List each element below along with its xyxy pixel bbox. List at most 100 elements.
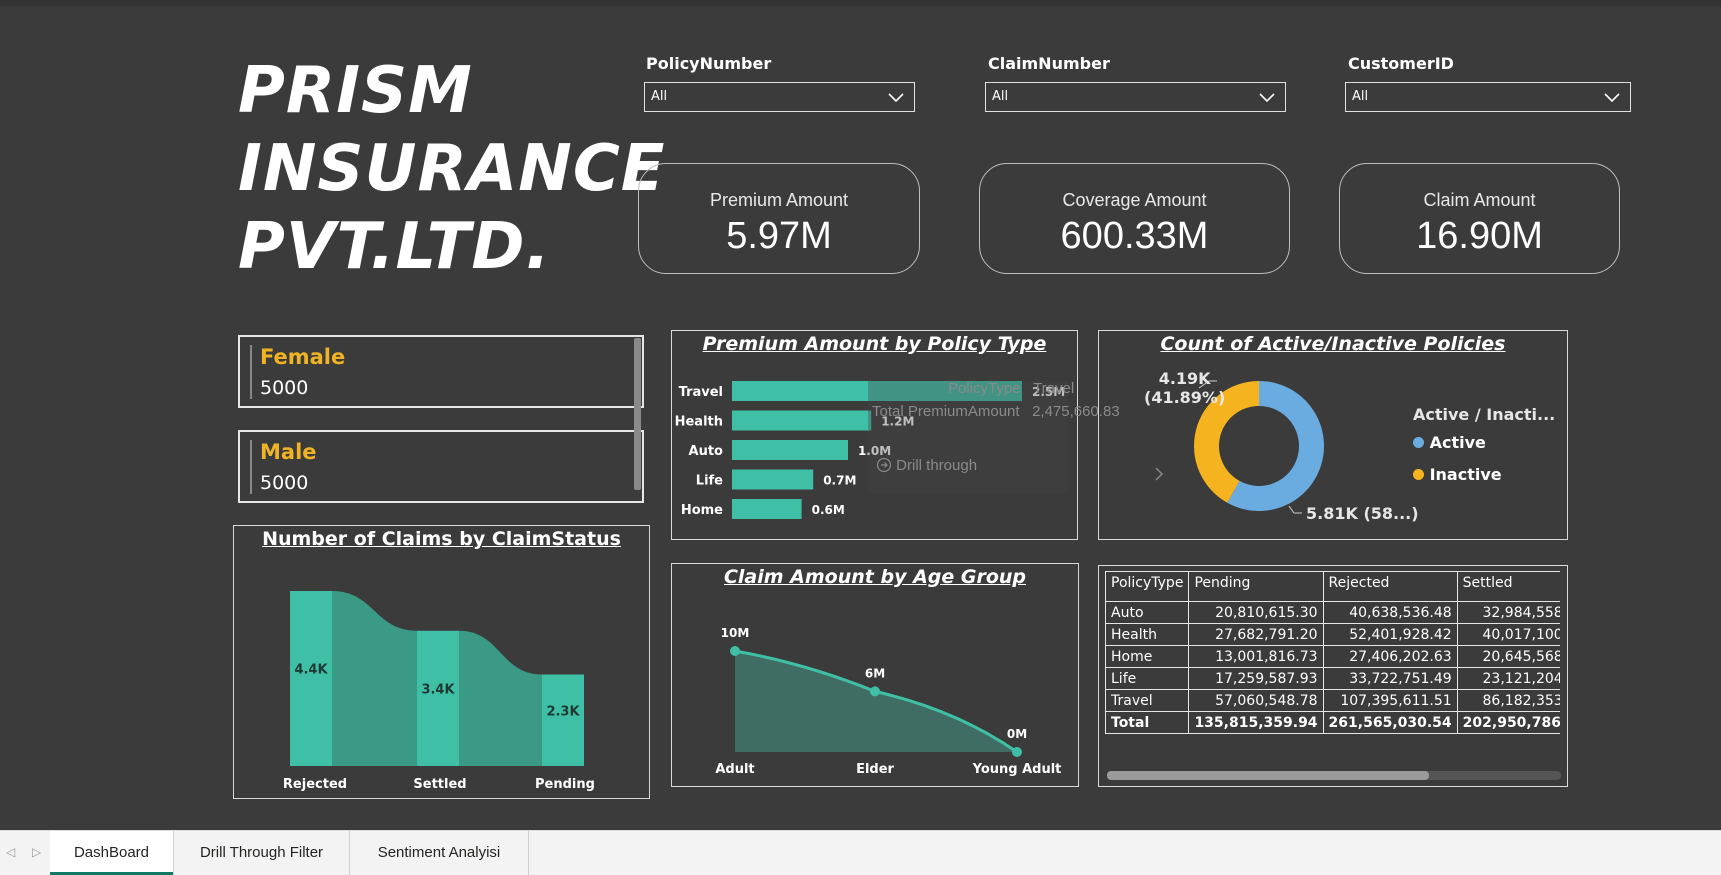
claimnumber-dropdown-value: All: [992, 89, 1009, 104]
matrix-cell: 52,401,928.42: [1322, 623, 1458, 646]
claimnumber-dropdown[interactable]: All: [985, 82, 1286, 112]
tab-drill-through-filter[interactable]: Drill Through Filter: [174, 831, 350, 875]
matrix-cell: 23,121,204.0: [1456, 667, 1560, 690]
data-label: 6M: [865, 666, 885, 680]
legend-label: Inactive: [1429, 465, 1502, 484]
claim-by-age-group-chart[interactable]: Claim Amount by Age Group 10M Adult 6M Elde…: [671, 563, 1079, 787]
claimnumber-slicer-label: ClaimNumber: [988, 54, 1110, 73]
legend-item-active[interactable]: Active: [1413, 433, 1486, 452]
matrix-horizontal-scrollbar[interactable]: [1107, 771, 1561, 780]
tooltip-field1-label: PolicyType: [948, 380, 1021, 397]
matrix-cell: 13,001,816.73: [1188, 645, 1324, 668]
data-label: 4.4K: [294, 663, 328, 678]
matrix-cell: Total: [1105, 711, 1190, 734]
kpi-value: 16.90M: [1416, 215, 1543, 257]
title-line-1: PRISM: [238, 54, 473, 128]
ribbon-connector: [459, 630, 542, 766]
male-card[interactable]: Male 5000: [238, 430, 644, 503]
legend-dot-icon: [1413, 437, 1424, 448]
inactive-pct-label: (41.89%): [1144, 388, 1226, 407]
female-card[interactable]: Female 5000: [238, 335, 644, 408]
matrix-cell: 33,722,751.49: [1322, 667, 1458, 690]
claims-by-status-chart[interactable]: Number of Claims by ClaimStatus 4.4K Reje…: [233, 525, 650, 799]
matrix-cell: 27,682,791.20: [1188, 623, 1324, 646]
matrix-cell: Travel: [1105, 689, 1190, 712]
data-label: 2.3K: [546, 704, 580, 719]
legend-item-inactive[interactable]: Inactive: [1413, 465, 1502, 484]
matrix-header-cell[interactable]: Rejected: [1322, 571, 1458, 602]
customerid-dropdown[interactable]: All: [1345, 82, 1631, 112]
bar: [732, 469, 814, 490]
scrollbar-thumb[interactable]: [1107, 771, 1429, 780]
premium-amount-kpi[interactable]: Premium Amount 5.97M: [638, 163, 920, 274]
matrix-cell: 202,950,786.0: [1456, 711, 1560, 734]
matrix-cell: 20,645,568.4: [1456, 645, 1560, 668]
matrix-row[interactable]: Life17,259,587.9333,722,751.4923,121,204…: [1105, 667, 1560, 690]
tab-prev-icon[interactable]: ◁: [6, 845, 15, 859]
legend-label: Active: [1429, 433, 1486, 452]
matrix-header-cell[interactable]: PolicyType: [1105, 571, 1190, 602]
legend-title: Active / Inacti...: [1413, 405, 1556, 424]
matrix-cell: 261,565,030.54: [1322, 711, 1458, 734]
category-label: Home: [681, 503, 723, 518]
matrix-header-cell[interactable]: Pending: [1188, 571, 1324, 602]
category-label: Settled: [413, 777, 466, 792]
category-label: Young Adult: [972, 762, 1062, 777]
data-label: 10M: [721, 626, 750, 640]
tab-next-icon[interactable]: ▷: [32, 845, 41, 859]
data-label: 0.6M: [812, 503, 845, 517]
chevron-down-icon: [1604, 93, 1620, 103]
policynumber-slicer-label: PolicyNumber: [646, 54, 772, 73]
data-label: 0.7M: [823, 474, 856, 488]
data-point: [870, 686, 880, 697]
active-inactive-donut-chart[interactable]: Count of Active/Inactive Policies 4.19K …: [1098, 330, 1568, 540]
ribbon-bar: [417, 630, 459, 766]
claims-matrix[interactable]: PolicyType Pending Rejected Settled Auto 20,…: [1098, 565, 1568, 787]
cards-scrollbar[interactable]: [634, 338, 641, 490]
tooltip-field2-label: Total PremiumAmount: [872, 403, 1020, 420]
matrix-row[interactable]: Health 27,682,791.20 52,401,928.42 40,017,1…: [1105, 623, 1560, 646]
premium-by-policy-type-chart[interactable]: Premium Amount by Policy Type Travel 2.5M…: [671, 330, 1120, 540]
policynumber-dropdown[interactable]: All: [644, 82, 915, 112]
matrix-row[interactable]: Auto20,810,615.3040,638,536.4832,984,558…: [1105, 601, 1560, 624]
tab-sentiment-analyisi[interactable]: Sentiment Analyisi: [350, 831, 529, 875]
category-label: Elder: [856, 762, 894, 777]
kpi-value: 5.97M: [726, 215, 832, 257]
coverage-amount-kpi[interactable]: Coverage Amount 600.33M: [979, 163, 1290, 274]
matrix-header-cell[interactable]: Settled: [1456, 571, 1560, 602]
claim-amount-kpi[interactable]: Claim Amount 16.90M: [1339, 163, 1620, 274]
matrix-row[interactable]: Travel 57,060,548.78 107,395,611.51 86,182,…: [1105, 689, 1560, 712]
matrix-total-row[interactable]: Total 135,815,359.94 261,565,030.54 202,950…: [1105, 711, 1560, 734]
category-label: Auto: [689, 444, 724, 459]
matrix-cell: 107,395,611.51: [1322, 689, 1458, 712]
category-label: Rejected: [283, 777, 347, 792]
matrix-cell: 40,638,536.48: [1322, 601, 1458, 624]
tooltip-field1-value: Travel: [1033, 380, 1075, 397]
chevron-down-icon: [888, 93, 904, 103]
data-label: 3.4K: [421, 682, 455, 697]
female-card-label: Female: [260, 345, 346, 369]
ribbon-bar: [290, 591, 332, 766]
category-label: Pending: [535, 777, 595, 792]
top-strip: [0, 0, 1721, 6]
male-card-label: Male: [260, 440, 317, 464]
page-tab-bar: ◁ ▷ DashBoard Drill Through Filter Senti…: [0, 830, 1721, 875]
matrix-header-row: PolicyType Pending Rejected Settled: [1105, 571, 1560, 602]
category-label: Health: [675, 415, 723, 430]
kpi-value: 600.33M: [1060, 215, 1209, 257]
data-label: 0M: [1007, 727, 1027, 741]
tooltip: PolicyType Travel Total PremiumAmount 2,…: [868, 380, 1120, 493]
matrix-cell: 40,017,100.0: [1456, 623, 1560, 646]
policynumber-dropdown-value: All: [651, 89, 668, 104]
category-label: Travel: [679, 385, 723, 400]
matrix-row[interactable]: Home13,001,816.7327,406,202.6320,645,568…: [1105, 645, 1560, 668]
female-card-value: 5000: [260, 377, 309, 399]
active-label: 5.81K (58...): [1306, 504, 1419, 523]
drill-through-button[interactable]: Drill through: [876, 457, 977, 474]
kpi-label: Claim Amount: [1423, 190, 1536, 210]
matrix-cell: 27,406,202.63: [1322, 645, 1458, 668]
matrix-table: PolicyType Pending Rejected Settled Auto 20,…: [1105, 571, 1560, 734]
report-title: PRISM INSURANCE PVT.LTD.: [238, 52, 666, 286]
tab-dashboard[interactable]: DashBoard: [50, 831, 174, 875]
bar: [732, 410, 872, 431]
